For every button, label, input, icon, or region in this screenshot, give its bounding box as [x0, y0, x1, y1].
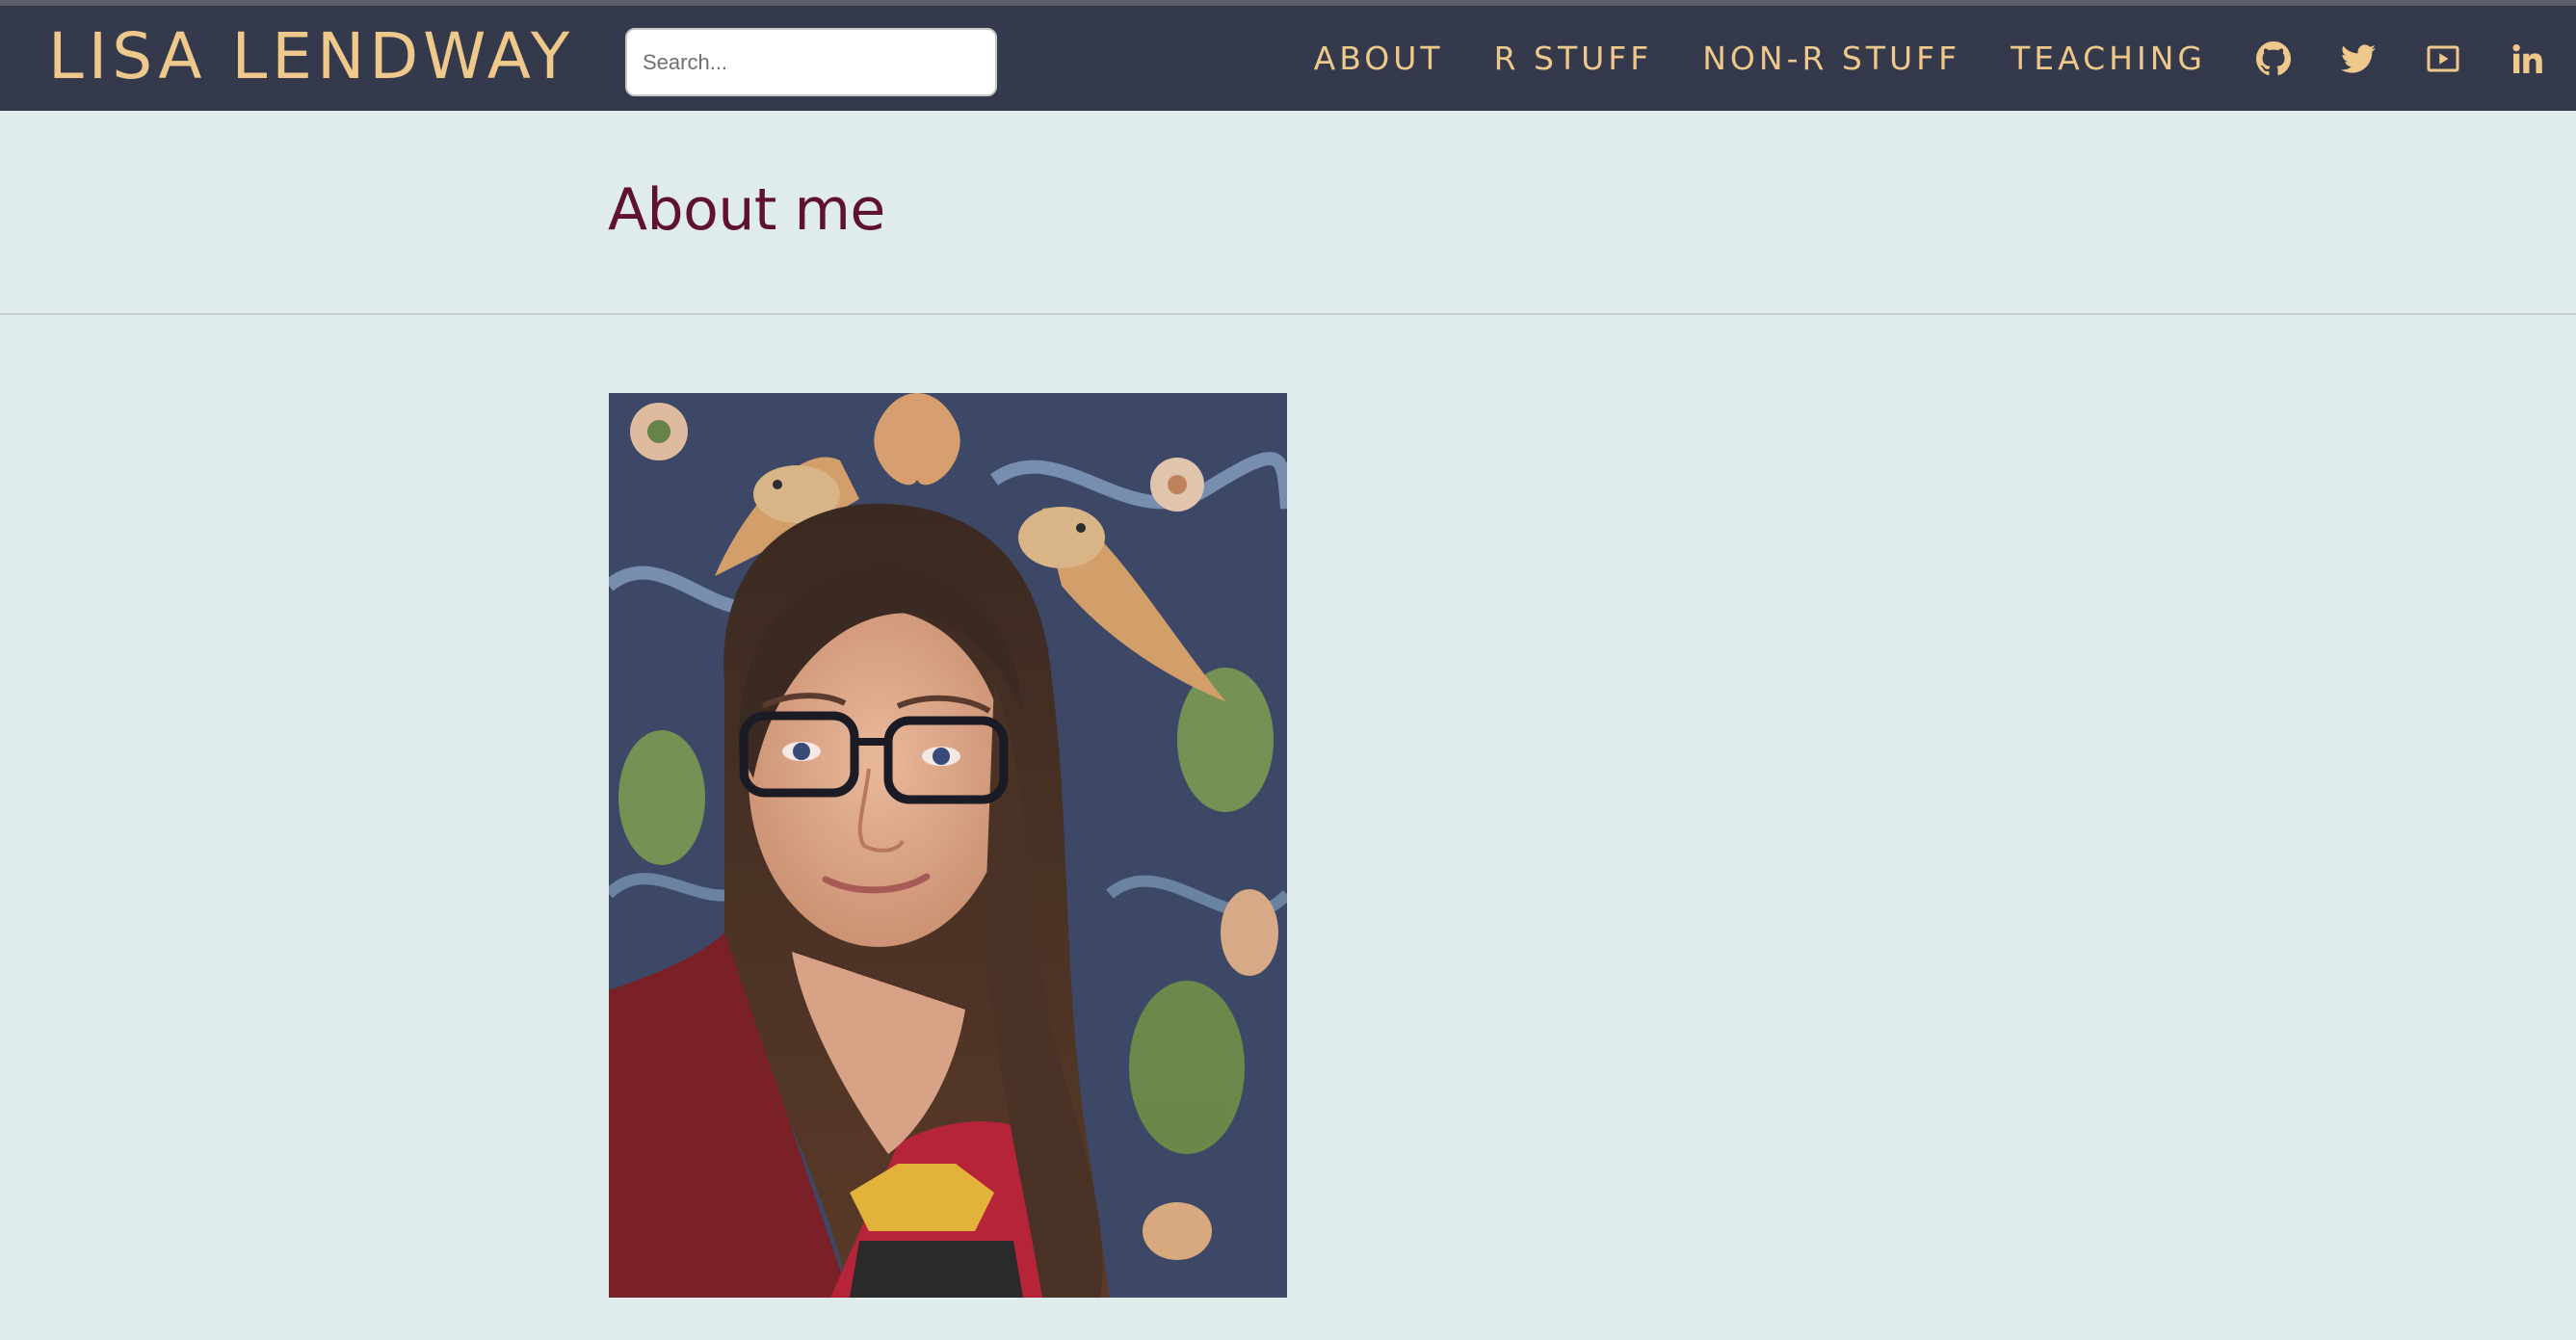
nav-link-about[interactable]: ABOUT: [1314, 39, 1444, 77]
nav-link-non-r-stuff[interactable]: NON-R STUFF: [1702, 39, 1960, 77]
youtube-icon[interactable]: [2424, 39, 2462, 78]
page-header: About me: [0, 111, 2576, 315]
page-title: About me: [608, 176, 885, 244]
github-icon[interactable]: [2254, 39, 2293, 78]
search-input[interactable]: [625, 28, 997, 96]
top-navigation-bar: LISA LENDWAY ABOUT R STUFF NON-R STUFF T…: [0, 0, 2576, 111]
profile-photo: [609, 393, 1287, 1298]
main-nav: ABOUT R STUFF NON-R STUFF TEACHING: [1314, 6, 2576, 111]
linkedin-icon[interactable]: [2509, 39, 2547, 78]
nav-link-teaching[interactable]: TEACHING: [2011, 39, 2206, 77]
site-title-link[interactable]: LISA LENDWAY: [48, 13, 574, 100]
twitter-icon[interactable]: [2339, 39, 2378, 78]
nav-link-r-stuff[interactable]: R STUFF: [1494, 39, 1653, 77]
